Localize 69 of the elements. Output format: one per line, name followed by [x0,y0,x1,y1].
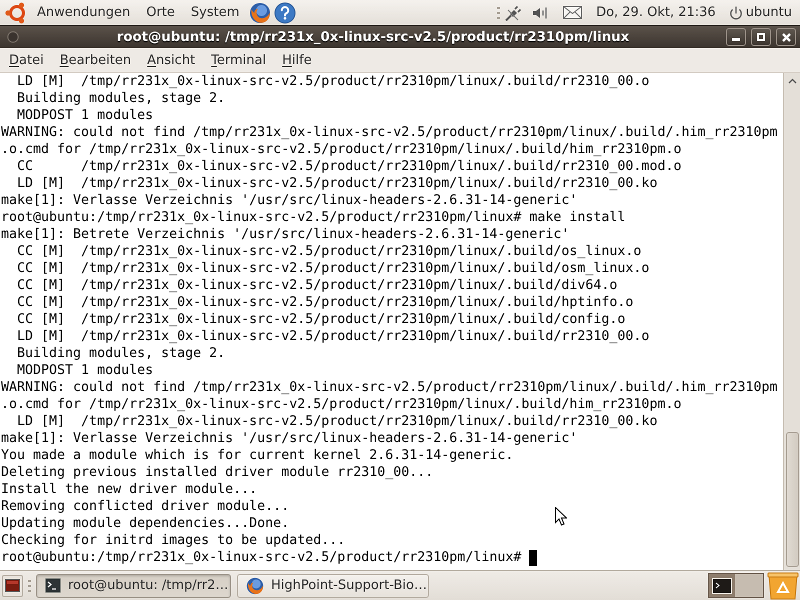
terminal-line: Updating module dependencies...Done. [1,515,290,532]
panel-menu[interactable]: Anwendungen [29,2,138,24]
terminal-line: Install the new driver module... [1,481,258,498]
terminal-icon [45,578,61,593]
close-icon [782,32,790,42]
window-title: root@ubuntu: /tmp/rr231x_0x-linux-src-v2.5/product/rr2310pm/linux [116,30,630,44]
terminal-line: WARNING: could not find /tmp/rr231x_0x-linux-src-v2.5/product/rr2310pm/linux/.build/.him_rr2310pm [1,379,778,396]
panel-menu[interactable]: Orte [138,2,183,24]
terminal-line: LD [M] /tmp/rr231x_0x-linux-src-v2.5/product/rr2310pm/linux/.build/rr2310_00.ko [16,413,658,430]
terminal-line: root@ubuntu:/tmp/rr231x_0x-linux-src-v2.5/product/rr2310pm/linux# make install [1,209,626,226]
task-button[interactable]: HighPoint-Support-Bio… [237,574,429,598]
minimize-icon [732,38,740,41]
help-icon[interactable] [274,2,296,24]
globe-icon[interactable] [249,2,272,24]
taskbar-handle-icon[interactable] [28,580,31,592]
envelope-icon[interactable] [563,6,582,19]
terminal-line: root@ubuntu:/tmp/rr231x_0x-linux-src-v2.5/product/rr2310pm/linux# [1,549,522,566]
terminal-line: You made a module which is for current kernel 2.6.31-14-generic. [1,447,514,464]
terminal-line: Building modules, stage 2. [16,345,226,362]
menu-item[interactable]: Terminal [203,49,274,71]
menu-item[interactable]: Hilfe [274,49,320,71]
show-desktop-button[interactable] [2,574,23,596]
terminal-line: CC /tmp/rr231x_0x-linux-src-v2.5/product/rr2310pm/linux/.build/rr2310_00.mod.o [16,158,682,175]
terminal-line: LD [M] /tmp/rr231x_0x-linux-src-v2.5/product/rr2310pm/linux/.build/rr2310_00.o [16,73,650,90]
scrollbar[interactable] [783,73,800,570]
desktop-icon [5,579,20,592]
terminal-line: CC [M] /tmp/rr231x_0x-linux-src-v2.5/product/rr2310pm/linux/.build/os_linux.o [16,243,642,260]
terminal-line: MODPOST 1 modules [16,362,154,379]
menu-item[interactable]: Bearbeiten [52,49,140,71]
scrollbar-thumb[interactable] [786,432,798,567]
block-cursor-icon [529,550,538,566]
maximize-icon [757,33,765,41]
user-name[interactable]: ubuntu [746,5,792,20]
terminal-line: CC [M] /tmp/rr231x_0x-linux-src-v2.5/product/rr2310pm/linux/.build/hptinfo.o [16,294,634,311]
trash-icon[interactable] [766,572,800,600]
terminal-line: MODPOST 1 modules [16,107,154,124]
window-menu-icon[interactable] [7,31,19,43]
minimize-button[interactable] [726,28,746,46]
terminal-line: .o.cmd for /tmp/rr231x_0x-linux-src-v2.5/product/rr2310pm/linux/.build/him_rr2310pm.o [1,141,682,158]
terminal-line: Removing conflicted driver module... [1,498,290,515]
terminal-line: .o.cmd for /tmp/rr231x_0x-linux-src-v2.5/product/rr2310pm/linux/.build/him_rr2310pm.o [1,396,682,413]
terminal-line: make[1]: Verlasse Verzeichnis '/usr/src/linux-headers-2.6.31-14-generic' [1,430,578,447]
menu-item[interactable]: Datei [1,49,52,71]
drag-handle-icon[interactable] [497,6,500,18]
mouse-pointer-icon [555,507,567,526]
terminal-line: LD [M] /tmp/rr231x_0x-linux-src-v2.5/product/rr2310pm/linux/.build/rr2310_00.ko [16,175,658,192]
globe-icon [246,576,264,594]
terminal-line: make[1]: Verlasse Verzeichnis '/usr/src/linux-headers-2.6.31-14-generic' [1,192,578,209]
terminal-line: LD [M] /tmp/rr231x_0x-linux-src-v2.5/product/rr2310pm/linux/.build/rr2310_00.o [16,328,650,345]
window-thumbnail-icon [712,578,732,594]
terminal-line: make[1]: Betrete Verzeichnis '/usr/src/linux-headers-2.6.31-14-generic' [1,226,570,243]
scroll-up-icon[interactable] [788,78,796,84]
terminal-line: CC [M] /tmp/rr231x_0x-linux-src-v2.5/product/rr2310pm/linux/.build/osm_linux.o [16,260,650,277]
terminal-line: CC [M] /tmp/rr231x_0x-linux-src-v2.5/product/rr2310pm/linux/.build/config.o [16,311,626,328]
task-button[interactable]: root@ubuntu: /tmp/rr2… [36,574,231,598]
speaker-icon[interactable] [532,6,548,20]
maximize-button[interactable] [751,28,771,46]
terminal-line: Checking for initrd images to be updated... [1,532,346,549]
terminal-line: CC [M] /tmp/rr231x_0x-linux-src-v2.5/product/rr2310pm/linux/.build/div64.o [16,277,618,294]
terminal-line: Deleting previous installed driver module rr2310_00... [1,464,434,481]
menu-item[interactable]: Ansicht [139,49,204,71]
panel-menu[interactable]: System [182,2,248,24]
plug-icon[interactable] [505,4,524,20]
power-icon[interactable] [728,6,743,20]
clock[interactable]: Do, 29. Okt, 21:36 [596,5,716,20]
workspace-button[interactable] [709,574,735,597]
terminal-line: WARNING: could not find /tmp/rr231x_0x-linux-src-v2.5/product/rr2310pm/linux/.build/.him_rr2310pm [1,124,778,141]
close-button[interactable] [776,28,796,46]
terminal-line: Building modules, stage 2. [16,90,226,107]
